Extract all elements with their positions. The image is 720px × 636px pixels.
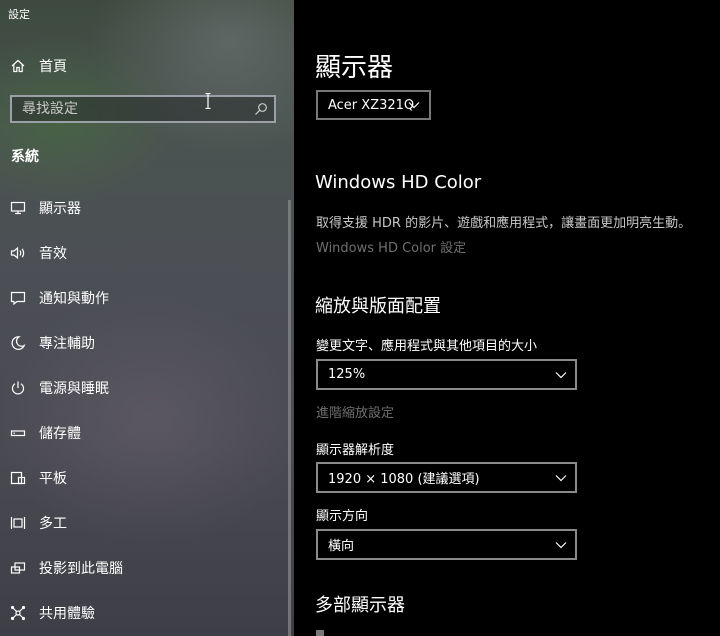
- page-title: 顯示器: [315, 53, 394, 83]
- sidebar-item-label: 共用體驗: [39, 605, 95, 622]
- speaker-icon: [10, 245, 26, 261]
- sidebar-item-label: 首頁: [39, 59, 67, 75]
- monitor-icon: [10, 200, 26, 216]
- scale-dropdown[interactable]: 125%: [316, 359, 577, 390]
- multitask-icon: [10, 515, 26, 531]
- power-icon: [10, 380, 26, 396]
- chevron-down-icon: [408, 102, 420, 109]
- sidebar-item-label: 電源與睡眠: [39, 380, 109, 397]
- orientation-label: 顯示方向: [316, 509, 369, 524]
- chevron-down-icon: [555, 542, 567, 549]
- sidebar-item-label: 音效: [39, 245, 67, 262]
- sidebar-scrollbar[interactable]: [288, 200, 291, 636]
- project-icon: [10, 560, 26, 576]
- sidebar-item-multitasking[interactable]: 多工: [0, 500, 294, 545]
- sidebar-item-label: 顯示器: [39, 200, 81, 217]
- sidebar-item-label: 多工: [39, 515, 67, 532]
- resolution-label: 顯示器解析度: [316, 443, 395, 458]
- chevron-down-icon: [555, 475, 567, 482]
- text-cursor-icon: [205, 93, 211, 109]
- monitor-select-value: Acer XZ321Q: [328, 97, 415, 113]
- search-icon[interactable]: [254, 102, 268, 116]
- sidebar-item-label: 投影到此電腦: [39, 560, 123, 577]
- sidebar-item-label: 專注輔助: [39, 335, 95, 352]
- app-title: 設定: [8, 8, 30, 21]
- hdr-settings-link[interactable]: Windows HD Color 設定: [316, 237, 466, 256]
- sidebar-item-sound[interactable]: 音效: [0, 230, 294, 275]
- sidebar-item-tablet[interactable]: 平板: [0, 455, 294, 500]
- moon-icon: [10, 335, 26, 351]
- tablet-icon: [10, 470, 26, 486]
- scale-label: 變更文字、應用程式與其他項目的大小: [316, 339, 538, 354]
- sidebar-item-power-sleep[interactable]: 電源與睡眠: [0, 365, 294, 410]
- monitor-select[interactable]: Acer XZ321Q: [316, 90, 431, 120]
- scale-layout-heading: 縮放與版面配置: [315, 296, 441, 317]
- sidebar-item-focus-assist[interactable]: 專注輔助: [0, 320, 294, 365]
- sidebar-item-notifications[interactable]: 通知與動作: [0, 275, 294, 320]
- sidebar: 設定 首頁 系統 顯示器 音效 通知與動作: [0, 0, 294, 636]
- sidebar-item-display[interactable]: 顯示器: [0, 185, 294, 230]
- multi-display-heading: 多部顯示器: [315, 595, 405, 616]
- resolution-dropdown-value: 1920 × 1080 (建議選項): [328, 472, 480, 487]
- shared-experience-icon: [10, 605, 26, 621]
- sidebar-item-label: 通知與動作: [39, 290, 109, 307]
- sidebar-item-label: 儲存體: [39, 425, 81, 442]
- sidebar-nav-list: 顯示器 音效 通知與動作 專注輔助 電源與睡眠 儲存體 平板 多工 投影到此電腦…: [0, 185, 294, 635]
- sidebar-item-home[interactable]: 首頁: [0, 50, 294, 82]
- notification-icon: [10, 290, 26, 306]
- hdr-heading: Windows HD Color: [315, 172, 482, 193]
- sidebar-item-storage[interactable]: 儲存體: [0, 410, 294, 455]
- search-input[interactable]: [22, 101, 247, 117]
- orientation-dropdown[interactable]: 橫向: [316, 529, 577, 560]
- sidebar-item-label: 平板: [39, 470, 67, 487]
- resolution-dropdown[interactable]: 1920 × 1080 (建議選項): [316, 462, 577, 493]
- chevron-down-icon: [555, 372, 567, 379]
- main-content: 顯示器 Acer XZ321Q Windows HD Color 取得支援 HD…: [294, 0, 720, 636]
- cut-off-content: [316, 630, 324, 636]
- orientation-dropdown-value: 橫向: [328, 539, 355, 554]
- storage-icon: [10, 425, 26, 441]
- section-header: 系統: [11, 149, 39, 165]
- hdr-description: 取得支援 HDR 的影片、遊戲和應用程式，讓畫面更加明亮生動。: [316, 216, 692, 231]
- home-icon: [10, 58, 26, 74]
- sidebar-item-shared-experiences[interactable]: 共用體驗: [0, 590, 294, 635]
- sidebar-item-project[interactable]: 投影到此電腦: [0, 545, 294, 590]
- search-box[interactable]: [10, 95, 276, 123]
- scale-dropdown-value: 125%: [328, 367, 366, 382]
- advanced-scaling-link[interactable]: 進階縮放設定: [316, 402, 394, 421]
